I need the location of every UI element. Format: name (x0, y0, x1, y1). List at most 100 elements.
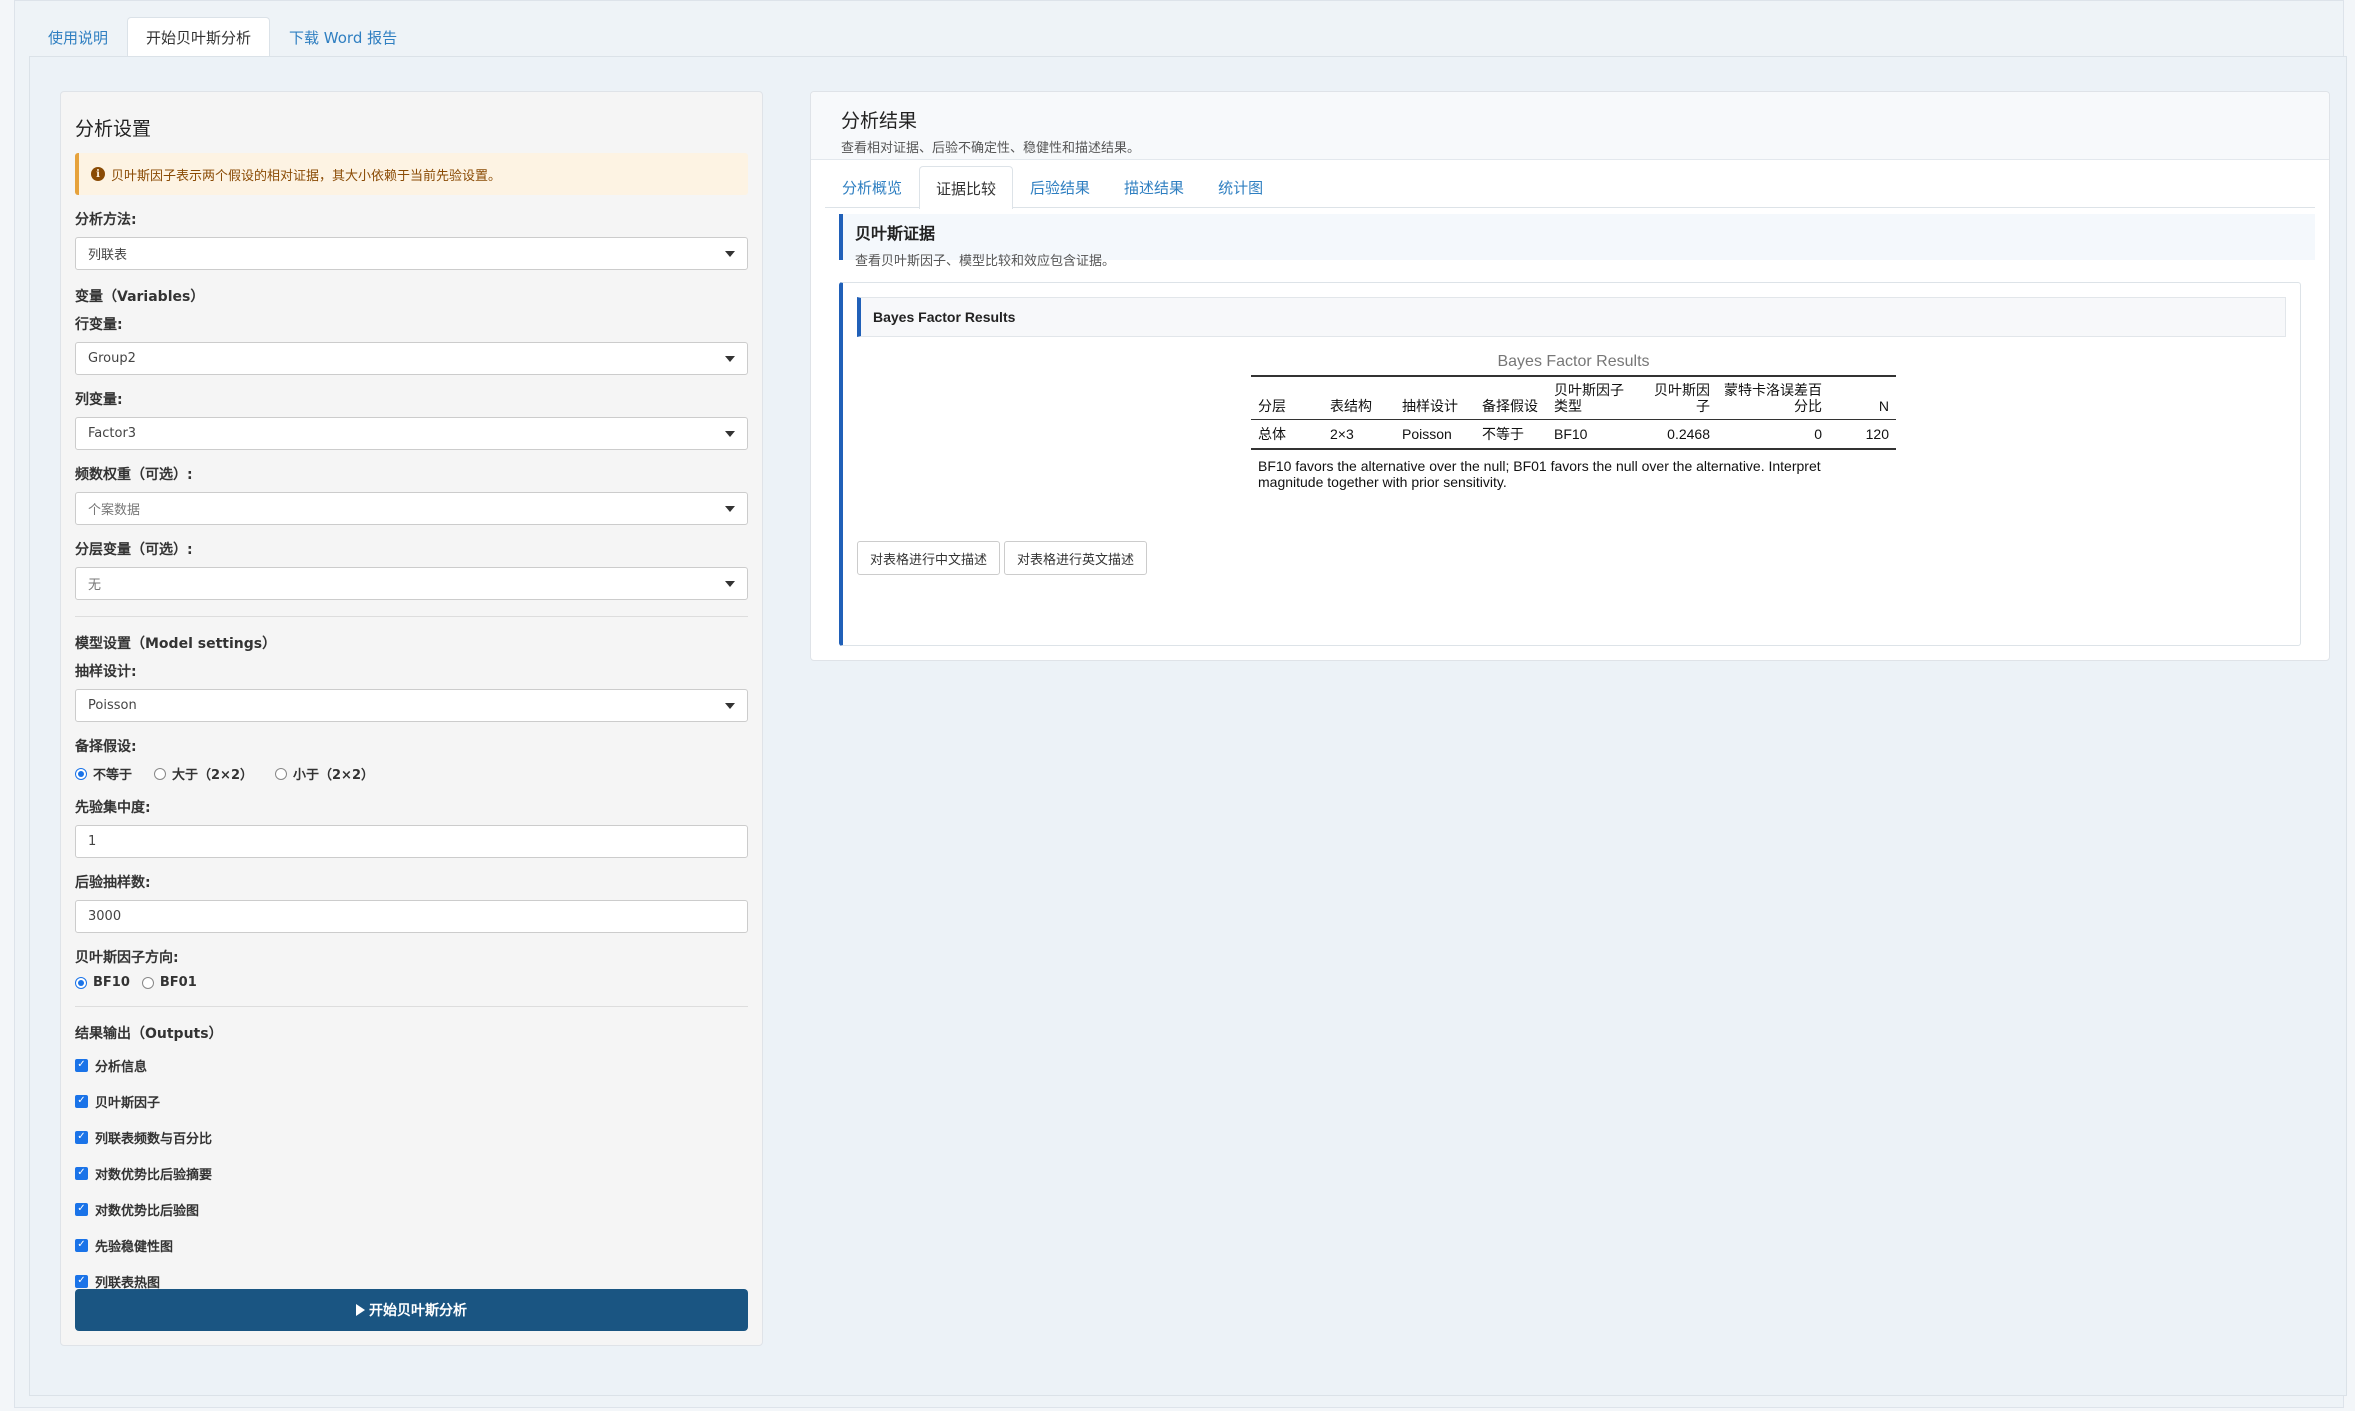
outputs-section-label: 结果输出（Outputs） (75, 1026, 223, 1042)
settings-panel: 分析设置 i 贝叶斯因子表示两个假设的相对证据，其大小依赖于当前先验设置。 分析… (60, 91, 763, 1346)
checkbox-checked-icon: ✓ (75, 1202, 88, 1216)
table-caption: Bayes Factor Results (1497, 353, 1650, 370)
checkbox-label: 列联表热图 (95, 1275, 161, 1291)
bf-results-table: 分层 表结构 抽样设计 备择假设 贝叶斯因子类型 贝叶斯因子 蒙特卡洛误差百分比… (1251, 375, 1896, 450)
chevron-down-icon (725, 355, 735, 362)
results-header: 分析结果 查看相对证据、后验不确定性、稳健性和描述结果。 (811, 92, 2329, 160)
radio-greater[interactable]: 大于（2×2） (154, 764, 253, 783)
top-tabs: 使用说明 开始贝叶斯分析 下载 Word 报告 (29, 17, 416, 57)
strata-value: 无 (88, 578, 102, 593)
tab-posterior[interactable]: 后验结果 (1013, 166, 1107, 208)
describe-buttons: 对表格进行中文描述 对表格进行英文描述 (857, 541, 1151, 575)
output-checkbox[interactable]: ✓ 先验稳健性图 (75, 1227, 748, 1263)
table-note: BF10 favors the alternative over the nul… (1258, 458, 1821, 490)
output-checkbox[interactable]: ✓ 对数优势比后验图 (75, 1191, 748, 1227)
tab-download-word[interactable]: 下载 Word 报告 (270, 17, 416, 57)
radio-less[interactable]: 小于（2×2） (275, 764, 374, 783)
bf-direction-label: 贝叶斯因子方向: (75, 950, 179, 966)
table-cell: BF10 (1554, 426, 1588, 442)
table-row: 总体 2×3 Poisson 不等于 BF10 0.2468 0 120 (1251, 420, 1896, 449)
table-cell: 0 (1814, 426, 1822, 442)
model-section-label: 模型设置（Model settings） (75, 636, 277, 652)
bf-direction-radios: BF10 BF01 (75, 975, 748, 990)
column-header: 备择假设 (1482, 398, 1538, 414)
tab-bayes-analysis[interactable]: 开始贝叶斯分析 (127, 17, 271, 57)
strata-select[interactable]: 无 (75, 567, 748, 600)
row-var-value: Group2 (88, 351, 136, 366)
chevron-down-icon (725, 580, 735, 587)
sampling-label: 抽样设计: (75, 664, 137, 680)
radio-bf01[interactable]: BF01 (141, 975, 197, 990)
divider (75, 616, 748, 617)
checkbox-label: 分析信息 (95, 1059, 148, 1075)
radio-label: 大于（2×2） (172, 768, 253, 783)
evidence-section-header: 贝叶斯证据 查看贝叶斯因子、模型比较和效应包含证据。 (839, 214, 2315, 269)
weight-label: 频数权重（可选）: (75, 467, 193, 483)
checkbox-checked-icon: ✓ (75, 1058, 88, 1072)
chevron-down-icon (725, 250, 735, 257)
sampling-select[interactable]: Poisson (75, 689, 748, 722)
prior-input[interactable]: 1 (75, 825, 748, 858)
row-var-select[interactable]: Group2 (75, 342, 748, 375)
row-var-label: 行变量: (75, 317, 123, 333)
radio-not-equal[interactable]: 不等于 (75, 764, 132, 783)
method-label: 分析方法: (75, 212, 137, 228)
method-value: 列联表 (88, 248, 128, 263)
col-var-label: 列变量: (75, 392, 123, 408)
radio-label: 小于（2×2） (293, 768, 374, 783)
strata-label: 分层变量（可选）: (75, 542, 193, 558)
alt-hypothesis-label: 备择假设: (75, 739, 137, 755)
table-cell: 2×3 (1330, 426, 1354, 442)
checkbox-checked-icon: ✓ (75, 1238, 88, 1252)
table-cell: 0.2468 (1667, 426, 1710, 442)
col-var-value: Factor3 (88, 426, 137, 441)
checkbox-checked-icon: ✓ (75, 1274, 88, 1288)
sampling-value: Poisson (88, 698, 137, 713)
method-select[interactable]: 列联表 (75, 237, 748, 270)
radio-label: 不等于 (93, 768, 133, 783)
alert-text: 贝叶斯因子表示两个假设的相对证据，其大小依赖于当前先验设置。 (111, 168, 502, 184)
column-header: 贝叶斯因子 (1654, 382, 1710, 414)
column-header: 抽样设计 (1402, 398, 1458, 414)
output-checkbox[interactable]: ✓ 分析信息 (75, 1047, 748, 1083)
output-checkbox[interactable]: ✓ 列联表频数与百分比 (75, 1119, 748, 1155)
radio-checked-icon (75, 976, 87, 989)
info-icon: i (91, 167, 105, 181)
evidence-subtitle: 查看贝叶斯因子、模型比较和效应包含证据。 (855, 254, 1116, 269)
variables-section-label: 变量（Variables） (75, 289, 205, 305)
table-cell: 总体 (1258, 426, 1286, 442)
describe-chinese-button[interactable]: 对表格进行中文描述 (857, 541, 1001, 575)
checkbox-checked-icon: ✓ (75, 1094, 88, 1108)
tab-overview[interactable]: 分析概览 (825, 166, 919, 208)
table-cell: 120 (1865, 426, 1889, 442)
radio-label: BF10 (93, 975, 130, 990)
column-header: 蒙特卡洛误差百分比 (1724, 382, 1822, 414)
run-analysis-button[interactable]: 开始贝叶斯分析 (75, 1289, 748, 1331)
divider (75, 1006, 748, 1007)
output-checkbox[interactable]: ✓ 贝叶斯因子 (75, 1083, 748, 1119)
describe-english-button[interactable]: 对表格进行英文描述 (1004, 541, 1148, 575)
radio-bf10[interactable]: BF10 (75, 975, 130, 990)
table-cell: Poisson (1402, 426, 1452, 442)
output-checkbox[interactable]: ✓ 对数优势比后验摘要 (75, 1155, 748, 1191)
prior-alert: i 贝叶斯因子表示两个假设的相对证据，其大小依赖于当前先验设置。 (75, 153, 748, 195)
card-title: Bayes Factor Results (857, 297, 2286, 337)
radio-unchecked-icon (275, 767, 287, 780)
tab-plots[interactable]: 统计图 (1201, 166, 1280, 208)
radio-unchecked-icon (141, 976, 154, 989)
column-header: 贝叶斯因子类型 (1554, 382, 1624, 414)
run-button-label: 开始贝叶斯分析 (369, 1303, 467, 1319)
weight-select[interactable]: 个案数据 (75, 492, 748, 525)
samples-input[interactable]: 3000 (75, 900, 748, 933)
col-var-select[interactable]: Factor3 (75, 417, 748, 450)
column-header: N (1878, 398, 1889, 414)
table-cell: 不等于 (1482, 426, 1524, 442)
bf-results-card: Bayes Factor Results Bayes Factor Result… (839, 282, 2301, 646)
evidence-title: 贝叶斯证据 (855, 224, 936, 243)
weight-value: 个案数据 (88, 503, 141, 518)
tab-descriptive[interactable]: 描述结果 (1107, 166, 1201, 208)
prior-label: 先验集中度: (75, 800, 151, 816)
results-subtitle: 查看相对证据、后验不确定性、稳健性和描述结果。 (841, 141, 1141, 156)
tab-instructions[interactable]: 使用说明 (29, 17, 127, 57)
tab-evidence[interactable]: 证据比较 (919, 166, 1014, 209)
